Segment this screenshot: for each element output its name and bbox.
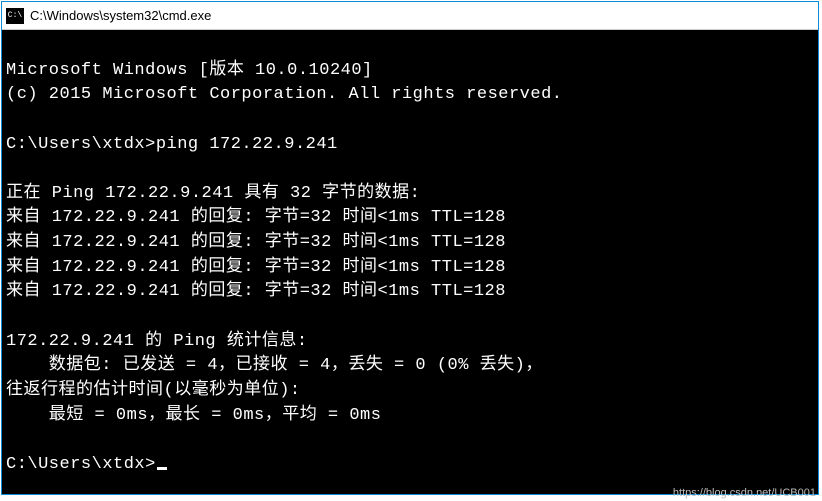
ping-start-line: 正在 Ping 172.22.9.241 具有 32 字节的数据: xyxy=(6,184,420,203)
ping-stats-header: 172.22.9.241 的 Ping 统计信息: xyxy=(6,332,308,351)
command-prompt-ping: C:\Users\xtdx>ping 172.22.9.241 xyxy=(6,135,338,154)
command-prompt-idle[interactable]: C:\Users\xtdx> xyxy=(6,455,167,474)
copyright-line: (c) 2015 Microsoft Corporation. All righ… xyxy=(6,85,563,104)
rtt-values: 最短 = 0ms，最长 = 0ms，平均 = 0ms xyxy=(6,406,381,425)
ping-reply-line: 来自 172.22.9.241 的回复: 字节=32 时间<1ms TTL=12… xyxy=(6,258,506,277)
ping-reply-line: 来自 172.22.9.241 的回复: 字节=32 时间<1ms TTL=12… xyxy=(6,233,506,252)
cmd-window: C:\ C:\Windows\system32\cmd.exe Microsof… xyxy=(1,1,819,495)
rtt-header: 往返行程的估计时间(以毫秒为单位): xyxy=(6,381,301,400)
cmd-icon: C:\ xyxy=(6,8,24,24)
ping-stats-packets: 数据包: 已发送 = 4，已接收 = 4，丢失 = 0 (0% 丢失)， xyxy=(6,356,543,375)
os-version-line: Microsoft Windows [版本 10.0.10240] xyxy=(6,61,373,80)
window-title: C:\Windows\system32\cmd.exe xyxy=(30,8,211,23)
input-cursor xyxy=(157,467,167,470)
titlebar[interactable]: C:\ C:\Windows\system32\cmd.exe xyxy=(2,2,818,30)
prompt-text: C:\Users\xtdx> xyxy=(6,455,156,474)
watermark: https://blog.csdn.net/UCB001 xyxy=(673,487,816,499)
ping-reply-line: 来自 172.22.9.241 的回复: 字节=32 时间<1ms TTL=12… xyxy=(6,282,506,301)
terminal-output[interactable]: Microsoft Windows [版本 10.0.10240] (c) 20… xyxy=(2,30,818,494)
ping-reply-line: 来自 172.22.9.241 的回复: 字节=32 时间<1ms TTL=12… xyxy=(6,208,506,227)
